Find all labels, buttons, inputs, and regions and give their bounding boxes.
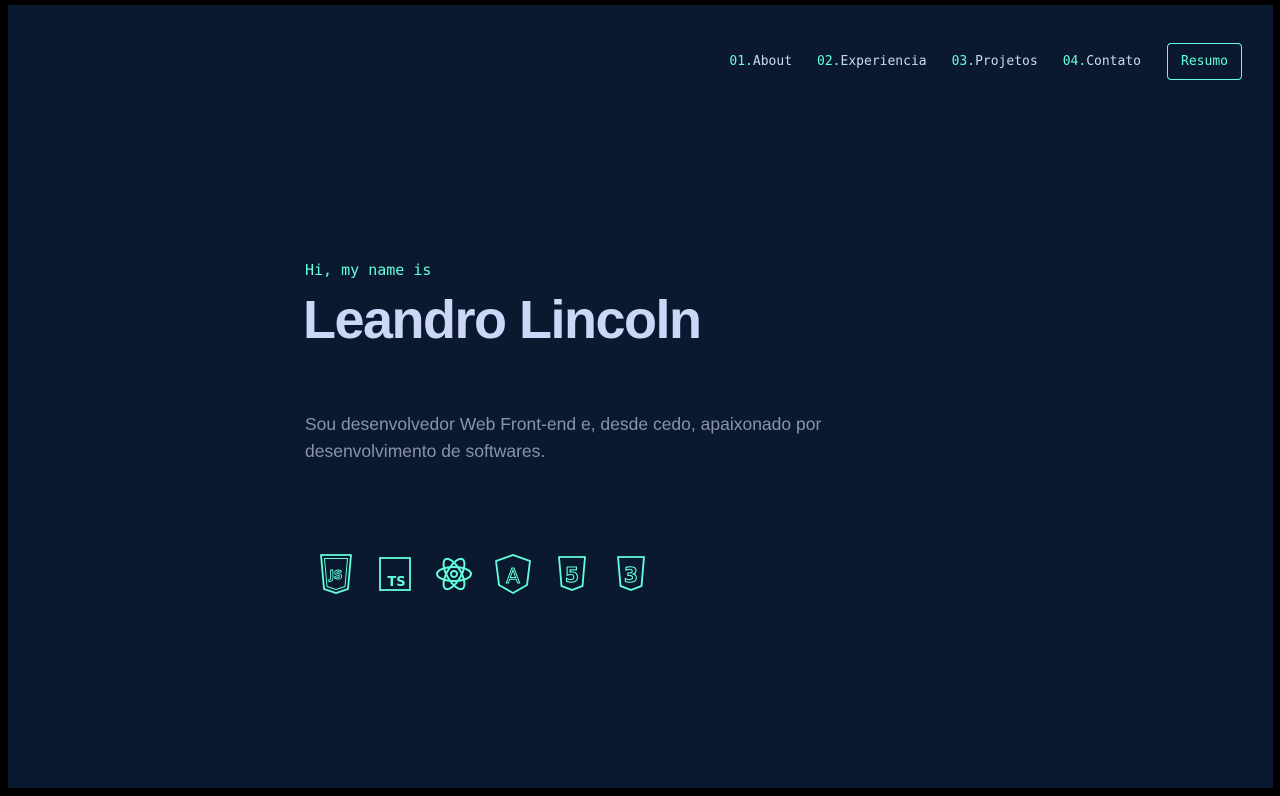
javascript-icon: JS [315, 551, 357, 597]
nav-item-label: Projetos [975, 54, 1038, 69]
angular-icon: A [492, 551, 534, 597]
hero-name: Leandro Lincoln [303, 290, 702, 350]
top-nav: 01.About 02.Experiencia 03.Projetos 04.C… [729, 43, 1242, 80]
hero-section: Hi, my name is Leandro Lincoln [303, 261, 702, 350]
tech-icons-row: JS TS A 5 3 [315, 551, 669, 597]
html5-icon-text: 5 [565, 563, 579, 587]
nav-item-label: Contato [1086, 54, 1141, 69]
page-frame: 01.About 02.Experiencia 03.Projetos 04.C… [8, 5, 1273, 788]
nav-item-label: About [752, 54, 793, 69]
nav-item-number: 01. [729, 54, 753, 69]
html5-icon: 5 [551, 551, 593, 597]
nav-item-about[interactable]: 01.About [729, 54, 792, 69]
css3-icon-text: 3 [624, 563, 638, 587]
nav-item-label: Experiencia [840, 54, 927, 69]
typescript-icon-text: TS [387, 575, 405, 590]
hero-description: Sou desenvolvedor Web Front-end e, desde… [305, 414, 822, 461]
nav-item-number: 03. [951, 54, 976, 69]
css3-icon: 3 [610, 551, 652, 597]
javascript-icon-text: JS [328, 568, 342, 582]
react-icon [433, 551, 475, 597]
angular-icon-text: A [506, 564, 520, 588]
nav-item-experiencia[interactable]: 02.Experiencia [817, 54, 927, 69]
nav-item-contato[interactable]: 04.Contato [1063, 54, 1141, 69]
resume-button[interactable]: Resumo [1167, 43, 1242, 80]
hero-greeting: Hi, my name is [305, 261, 432, 279]
nav-item-projetos[interactable]: 03.Projetos [952, 54, 1038, 69]
typescript-icon: TS [374, 551, 416, 597]
nav-item-number: 02. [817, 54, 841, 69]
nav-item-number: 04. [1062, 54, 1087, 69]
